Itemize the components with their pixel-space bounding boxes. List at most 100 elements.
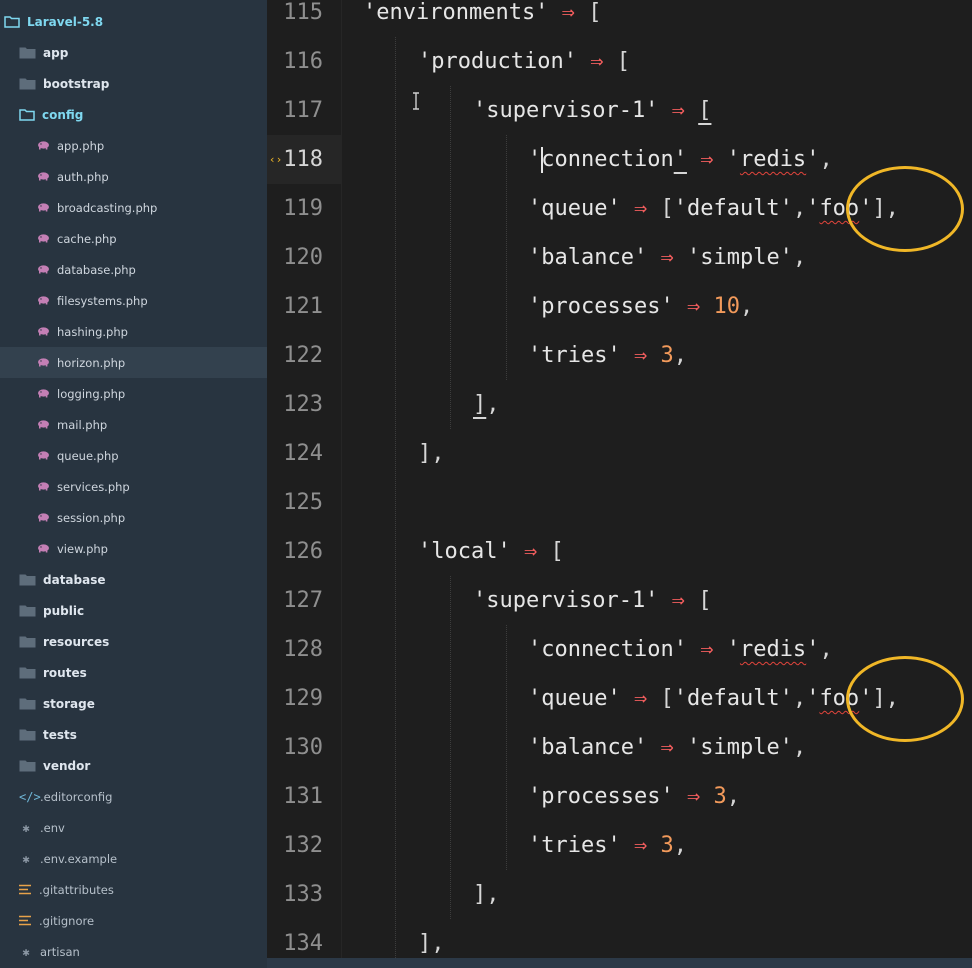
code-line[interactable]: 125	[267, 478, 972, 527]
code-text[interactable]: 'tries' ⇒ 3,	[528, 821, 687, 870]
line-number-cell: 131	[267, 772, 341, 821]
code-line[interactable]: 127 'supervisor-1' ⇒ [	[267, 576, 972, 625]
tree-item-routes[interactable]: routes	[0, 657, 267, 688]
tree-item-resources[interactable]: resources	[0, 626, 267, 657]
tree-item-session-php[interactable]: session.php	[0, 502, 267, 533]
tree-item-label: mail.php	[57, 417, 108, 432]
code-token: 'connection'	[528, 637, 687, 662]
tree-item-editorconfig[interactable]: </> .editorconfig	[0, 781, 267, 812]
code-line[interactable]: 122 'tries' ⇒ 3,	[267, 331, 972, 380]
tree-item-broadcasting-php[interactable]: broadcasting.php	[0, 192, 267, 223]
code-token: 'local'	[418, 539, 511, 564]
php-file-icon	[37, 327, 50, 336]
line-number-cell: 134	[267, 919, 341, 958]
tree-item-label: config	[42, 107, 84, 122]
code-line[interactable]: 121 'processes' ⇒ 10,	[267, 282, 972, 331]
tree-item-env-example[interactable]: ✱ .env.example	[0, 843, 267, 874]
tree-item-label: filesystems.php	[57, 293, 148, 308]
tree-item-label: queue.php	[57, 448, 119, 463]
tree-item-mail-php[interactable]: mail.php	[0, 409, 267, 440]
tree-item-filesystems-php[interactable]: filesystems.php	[0, 285, 267, 316]
asterisk-file-icon: ✱	[22, 851, 30, 866]
php-file-icon	[37, 234, 50, 243]
tree-item-label: .editorconfig	[40, 789, 113, 804]
code-text[interactable]: 'supervisor-1' ⇒ [	[473, 86, 711, 135]
code-token: ]	[473, 392, 487, 417]
tree-item-app-php[interactable]: app.php	[0, 130, 267, 161]
tree-item-logging-php[interactable]: logging.php	[0, 378, 267, 409]
code-text[interactable]: 'queue' ⇒ ['default','foo'],	[528, 184, 899, 233]
tree-item-public[interactable]: public	[0, 595, 267, 626]
line-number-cell: 119	[267, 184, 341, 233]
code-token: '	[806, 196, 820, 221]
code-text[interactable]: 'connection' ⇒ 'redis',	[528, 625, 833, 674]
horizontal-scrollbar[interactable]	[267, 958, 972, 968]
code-text[interactable]: 'queue' ⇒ ['default','foo'],	[528, 674, 899, 723]
code-text[interactable]: 'connection' ⇒ 'redis',	[528, 135, 833, 184]
code-line[interactable]: 134],	[267, 919, 972, 958]
folder-icon	[19, 759, 36, 772]
code-token: ,	[819, 147, 833, 172]
code-token: 'balance'	[528, 735, 648, 760]
code-line[interactable]: 123],	[267, 380, 972, 429]
code-line[interactable]: 133],	[267, 870, 972, 919]
tree-item-tests[interactable]: tests	[0, 719, 267, 750]
code-text[interactable]: 'environments' ⇒ [	[363, 0, 601, 37]
tree-item-auth-php[interactable]: auth.php	[0, 161, 267, 192]
php-file-icon	[37, 482, 50, 491]
tree-item-artisan[interactable]: ✱ artisan	[0, 936, 267, 967]
code-line[interactable]: 115 'environments' ⇒ [	[267, 0, 972, 37]
code-line[interactable]: 131 'processes' ⇒ 3,	[267, 772, 972, 821]
folder-open-icon	[4, 15, 20, 28]
code-token: 'tries'	[528, 343, 621, 368]
tree-item-app[interactable]: app	[0, 37, 267, 68]
tree-item-services-php[interactable]: services.php	[0, 471, 267, 502]
php-file-icon	[37, 420, 50, 429]
line-number: 134	[283, 931, 323, 956]
code-token: [	[660, 196, 674, 221]
code-text[interactable]: 'local' ⇒ [	[418, 527, 564, 576]
code-text[interactable]: 'processes' ⇒ 10,	[528, 282, 753, 331]
code-line[interactable]: 126 'local' ⇒ [	[267, 527, 972, 576]
tree-item-storage[interactable]: storage	[0, 688, 267, 719]
tree-item-queue-php[interactable]: queue.php	[0, 440, 267, 471]
tree-item-cache-php[interactable]: cache.php	[0, 223, 267, 254]
code-editor[interactable]: 115'environments' ⇒ [116'production' ⇒ […	[267, 0, 972, 958]
code-text[interactable]: 'processes' ⇒ 3,	[528, 772, 740, 821]
code-text[interactable]: 'balance' ⇒ 'simple',	[528, 723, 806, 772]
tree-item-hashing-php[interactable]: hashing.php	[0, 316, 267, 347]
tree-root-item[interactable]: Laravel-5.8	[0, 6, 267, 37]
code-text[interactable]: 'production' ⇒ [	[418, 37, 630, 86]
arrow-operator: ⇒	[673, 784, 714, 809]
code-text[interactable]: ],	[473, 380, 500, 429]
tree-item-bootstrap[interactable]: bootstrap	[0, 68, 267, 99]
tree-item-horizon-php[interactable]: horizon.php	[0, 347, 267, 378]
code-token: ,	[726, 784, 740, 809]
folder-icon	[19, 635, 36, 648]
tree-item-database-php[interactable]: database.php	[0, 254, 267, 285]
tree-item-label: view.php	[57, 541, 108, 556]
code-text[interactable]: 'balance' ⇒ 'simple',	[528, 233, 806, 282]
tree-item-config[interactable]: config	[0, 99, 267, 130]
code-text[interactable]: ],	[418, 919, 445, 958]
tree-item-database[interactable]: database	[0, 564, 267, 595]
code-text[interactable]: 'supervisor-1' ⇒ [	[473, 576, 711, 625]
code-line[interactable]: 132 'tries' ⇒ 3,	[267, 821, 972, 870]
tree-item-view-php[interactable]: view.php	[0, 533, 267, 564]
code-text[interactable]: ],	[418, 429, 445, 478]
indent-guide	[506, 135, 507, 380]
tree-item-env[interactable]: ✱ .env	[0, 812, 267, 843]
code-line[interactable]: 117 'supervisor-1' ⇒ [	[267, 86, 972, 135]
lines-file-icon	[19, 915, 32, 926]
arrow-operator: ⇒	[647, 735, 687, 760]
code-text[interactable]: 'tries' ⇒ 3,	[528, 331, 687, 380]
code-text[interactable]: ],	[473, 870, 500, 919]
code-token: 'queue'	[528, 196, 621, 221]
arrow-operator: ⇒	[686, 147, 727, 172]
tree-item-gitignore[interactable]: .gitignore	[0, 905, 267, 936]
tree-item-vendor[interactable]: vendor	[0, 750, 267, 781]
php-file-icon	[37, 203, 50, 212]
tree-item-gitattributes[interactable]: .gitattributes	[0, 874, 267, 905]
code-line[interactable]: 116 'production' ⇒ [	[267, 37, 972, 86]
code-line[interactable]: 124],	[267, 429, 972, 478]
